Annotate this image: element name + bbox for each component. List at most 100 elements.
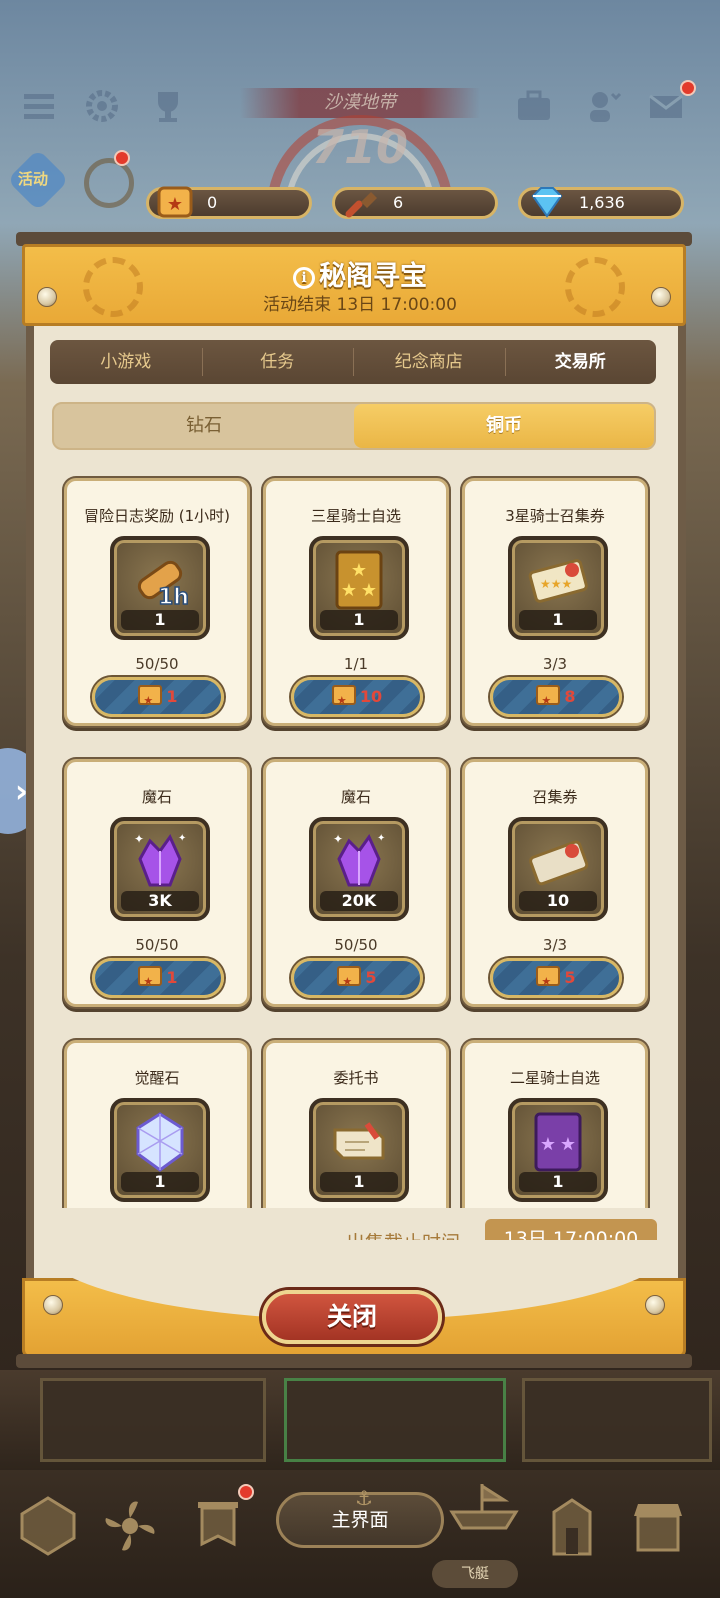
mail-icon[interactable] xyxy=(646,86,686,126)
scene-room-1 xyxy=(40,1378,266,1462)
scroll-1h-icon[interactable]: 1h 1 xyxy=(110,536,210,640)
item-quantity: 1 xyxy=(519,610,597,630)
commission-letter-icon[interactable]: 1 xyxy=(309,1098,409,1202)
buy-button[interactable]: 10 xyxy=(291,677,423,718)
exchange-item-card[interactable]: 召集券 10 3/3 5 xyxy=(462,759,648,1007)
item-stock: 1/1 xyxy=(343,655,369,673)
summon-ticket-icon[interactable]: 10 xyxy=(508,817,608,921)
two-star-card-icon[interactable]: ★ ★ 1 xyxy=(508,1098,608,1202)
scene-room-3 xyxy=(522,1378,712,1462)
item-price: 5 xyxy=(365,968,377,987)
exchange-item-card[interactable]: 冒险日志奖励 (1小时) 1h1 50/50 1 xyxy=(64,478,250,726)
item-stock: 50/50 xyxy=(135,655,179,673)
svg-text:★: ★ xyxy=(540,1134,556,1155)
tab-minigame[interactable]: 小游戏 xyxy=(50,340,202,384)
svg-text:1h: 1h xyxy=(158,585,189,610)
magic-stone-icon[interactable]: ✦ ✦ 3K xyxy=(110,817,210,921)
exchange-item-card[interactable]: 魔石 ✦ ✦ 20K 50/50 5 xyxy=(263,759,449,1007)
exchange-item-grid[interactable]: 冒险日志奖励 (1小时)1h150/501三星骑士自选★★★11/1103星骑士… xyxy=(52,466,664,1208)
popup-title: i 秘阁寻宝 xyxy=(0,254,720,293)
wheel-notification-dot xyxy=(114,150,130,166)
exchange-item-card[interactable]: 委托书 1 xyxy=(263,1040,449,1208)
anchor-icon: ⚓ xyxy=(355,1486,373,1510)
shop-icon[interactable] xyxy=(626,1494,690,1558)
ship-wheel-icon[interactable] xyxy=(84,158,134,208)
exchange-item-card[interactable]: 3星骑士召集券 ★★★ 1 3/3 8 xyxy=(462,478,648,726)
svg-text:✦: ✦ xyxy=(134,832,144,846)
item-name: 三星骑士自选 xyxy=(310,507,401,525)
buy-button[interactable]: 5 xyxy=(490,958,622,999)
ticket-icon xyxy=(536,684,561,718)
close-button[interactable]: 关闭 xyxy=(262,1290,442,1344)
currency-diamond-value: 1,636 xyxy=(579,193,625,212)
settings-gear-icon[interactable] xyxy=(82,86,122,126)
exchange-item-card[interactable]: 二星骑士自选 ★ ★ 1 xyxy=(462,1040,648,1208)
popup-footer-edge xyxy=(16,1354,692,1368)
three-star-card-icon[interactable]: ★ ★ ★ 1 xyxy=(309,536,409,640)
currency-ticket-value: 0 xyxy=(207,193,218,212)
item-name: 觉醒石 xyxy=(134,1069,180,1087)
info-icon[interactable]: i xyxy=(293,267,315,289)
item-name: 委托书 xyxy=(333,1069,379,1087)
rivet-icon xyxy=(43,1295,63,1315)
item-price: 5 xyxy=(564,968,576,987)
item-name: 冒险日志奖励 (1小时) xyxy=(83,507,231,525)
svg-text:✦: ✦ xyxy=(333,832,343,846)
tab-tasks[interactable]: 任务 xyxy=(201,340,354,384)
ticket-icon xyxy=(536,965,561,999)
diamond-icon xyxy=(531,187,563,218)
airship-icon[interactable] xyxy=(442,1476,526,1540)
tab-souvenir-shop[interactable]: 纪念商店 xyxy=(353,340,505,384)
scene-room-2 xyxy=(284,1378,506,1462)
item-price: 1 xyxy=(166,968,178,987)
segment-diamond[interactable]: 钻石 xyxy=(54,404,354,448)
buy-button[interactable]: 8 xyxy=(490,677,622,718)
item-quantity: 10 xyxy=(519,891,597,911)
airship-label[interactable]: 飞艇 xyxy=(432,1560,518,1588)
three-star-ticket-icon[interactable]: ★★★ 1 xyxy=(508,536,608,640)
exchange-item-card[interactable]: 魔石 ✦ ✦ 3K 50/50 1 xyxy=(64,759,250,1007)
item-quantity: 1 xyxy=(519,1172,597,1192)
activity-label[interactable]: 活动 xyxy=(18,168,48,189)
banner-icon[interactable] xyxy=(186,1494,250,1558)
currency-diamond[interactable]: 1,636 xyxy=(518,187,684,219)
guild-shield-icon[interactable] xyxy=(16,1494,80,1558)
awakening-stone-icon[interactable]: 1 xyxy=(110,1098,210,1202)
exchange-item-card[interactable]: 觉醒石 1 xyxy=(64,1040,250,1208)
ticket-icon xyxy=(138,965,163,999)
shovel-icon xyxy=(345,192,377,218)
svg-text:✦: ✦ xyxy=(377,833,385,844)
menu-icon[interactable] xyxy=(20,86,60,126)
ticket-icon xyxy=(337,965,362,999)
item-quantity: 1 xyxy=(320,1172,398,1192)
propeller-icon[interactable] xyxy=(98,1494,162,1558)
item-name: 魔石 xyxy=(340,788,371,806)
item-name: 魔石 xyxy=(141,788,172,806)
buy-button[interactable]: 5 xyxy=(291,958,423,999)
item-quantity: 20K xyxy=(320,891,398,911)
rivet-icon xyxy=(645,1295,665,1315)
buy-button[interactable]: 1 xyxy=(92,958,224,999)
ticket-icon xyxy=(331,684,356,718)
toolbox-icon[interactable] xyxy=(514,86,554,126)
trophy-icon[interactable] xyxy=(148,86,188,126)
item-name: 二星骑士自选 xyxy=(509,1069,600,1087)
magic-stone-icon[interactable]: ✦ ✦ 20K xyxy=(309,817,409,921)
stage-number: 710 xyxy=(311,120,409,174)
exchange-item-card[interactable]: 三星骑士自选 ★★★ 1 1/1 10 xyxy=(263,478,449,726)
main-screen-button[interactable]: ⚓ 主界面 xyxy=(276,1486,444,1548)
item-quantity: 1 xyxy=(121,1172,199,1192)
currency-shovel[interactable]: 6 xyxy=(332,187,498,219)
tab-exchange[interactable]: 交易所 xyxy=(504,340,657,384)
currency-ticket[interactable]: ★ 0 xyxy=(146,186,312,219)
popup-title-text: 秘阁寻宝 xyxy=(319,261,427,292)
buy-button[interactable]: 1 xyxy=(92,677,224,718)
item-stock: 50/50 xyxy=(334,936,378,954)
friends-icon[interactable] xyxy=(584,86,624,126)
svg-text:★: ★ xyxy=(361,580,377,601)
ticket-icon: ★ xyxy=(157,186,193,218)
item-quantity: 1 xyxy=(320,610,398,630)
item-stock: 3/3 xyxy=(542,655,568,673)
segment-copper[interactable]: 铜币 xyxy=(354,404,654,448)
castle-gate-icon[interactable] xyxy=(540,1494,604,1558)
